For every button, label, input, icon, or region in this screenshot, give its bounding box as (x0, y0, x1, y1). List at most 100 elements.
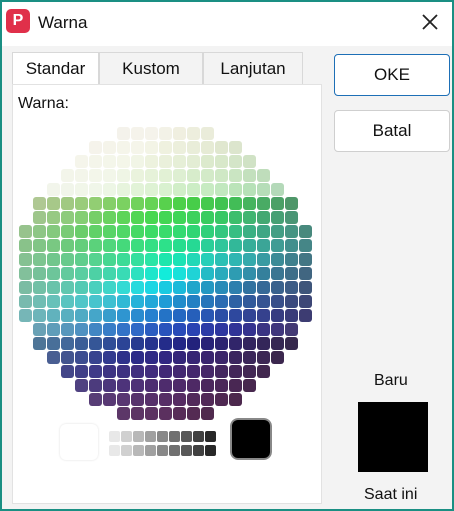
color-swatch[interactable] (103, 267, 116, 280)
color-swatch[interactable] (47, 183, 60, 196)
color-swatch[interactable] (131, 183, 144, 196)
color-swatch[interactable] (89, 393, 102, 406)
color-swatch[interactable] (75, 323, 88, 336)
color-swatch[interactable] (145, 253, 158, 266)
color-swatch[interactable] (33, 309, 46, 322)
color-swatch[interactable] (257, 211, 270, 224)
color-swatch[interactable] (131, 281, 144, 294)
color-swatch[interactable] (243, 197, 256, 210)
color-swatch[interactable] (229, 379, 242, 392)
gray-swatch[interactable] (169, 431, 180, 442)
color-swatch[interactable] (257, 267, 270, 280)
color-swatch[interactable] (117, 351, 130, 364)
color-swatch[interactable] (173, 141, 186, 154)
color-swatch[interactable] (61, 337, 74, 350)
color-swatch[interactable] (131, 169, 144, 182)
color-swatch[interactable] (145, 365, 158, 378)
ok-button[interactable]: OKE (334, 54, 450, 96)
color-swatch[interactable] (117, 281, 130, 294)
close-icon[interactable] (414, 8, 446, 36)
color-swatch[interactable] (47, 267, 60, 280)
color-swatch[interactable] (173, 239, 186, 252)
gray-swatch[interactable] (133, 431, 144, 442)
color-swatch[interactable] (47, 323, 60, 336)
color-swatch[interactable] (159, 267, 172, 280)
selected-black-swatch[interactable] (228, 416, 274, 462)
tab-lanjutan[interactable]: Lanjutan (203, 52, 303, 84)
color-swatch[interactable] (201, 141, 214, 154)
color-swatch[interactable] (103, 211, 116, 224)
color-swatch[interactable] (89, 309, 102, 322)
color-swatch[interactable] (89, 337, 102, 350)
color-swatch[interactable] (145, 155, 158, 168)
color-swatch[interactable] (117, 141, 130, 154)
color-swatch[interactable] (229, 183, 242, 196)
color-swatch[interactable] (243, 253, 256, 266)
color-swatch[interactable] (61, 225, 74, 238)
color-swatch[interactable] (117, 267, 130, 280)
color-swatch[interactable] (131, 351, 144, 364)
color-swatch[interactable] (103, 323, 116, 336)
color-swatch[interactable] (215, 295, 228, 308)
color-swatch[interactable] (19, 253, 32, 266)
color-swatch[interactable] (173, 253, 186, 266)
color-swatch[interactable] (89, 225, 102, 238)
color-swatch[interactable] (131, 155, 144, 168)
color-swatch[interactable] (145, 393, 158, 406)
color-swatch[interactable] (215, 225, 228, 238)
color-swatch[interactable] (285, 253, 298, 266)
color-swatch[interactable] (47, 225, 60, 238)
color-swatch[interactable] (285, 267, 298, 280)
color-swatch[interactable] (229, 155, 242, 168)
color-swatch[interactable] (159, 225, 172, 238)
color-swatch[interactable] (145, 295, 158, 308)
color-swatch[interactable] (201, 267, 214, 280)
color-swatch[interactable] (61, 351, 74, 364)
color-swatch[interactable] (33, 197, 46, 210)
color-swatch[interactable] (103, 309, 116, 322)
color-swatch[interactable] (187, 197, 200, 210)
color-swatch[interactable] (229, 225, 242, 238)
color-swatch[interactable] (173, 407, 186, 420)
color-swatch[interactable] (75, 267, 88, 280)
color-swatch[interactable] (89, 295, 102, 308)
color-swatch[interactable] (75, 281, 88, 294)
color-swatch[interactable] (103, 281, 116, 294)
color-swatch[interactable] (271, 239, 284, 252)
color-swatch[interactable] (89, 197, 102, 210)
color-swatch[interactable] (145, 337, 158, 350)
color-swatch[interactable] (243, 337, 256, 350)
color-swatch[interactable] (159, 365, 172, 378)
color-swatch[interactable] (131, 393, 144, 406)
color-swatch[interactable] (117, 239, 130, 252)
color-swatch[interactable] (103, 337, 116, 350)
color-swatch[interactable] (187, 141, 200, 154)
color-swatch[interactable] (285, 197, 298, 210)
color-swatch[interactable] (75, 337, 88, 350)
color-swatch[interactable] (33, 281, 46, 294)
color-swatch[interactable] (75, 211, 88, 224)
color-swatch[interactable] (117, 155, 130, 168)
color-swatch[interactable] (159, 309, 172, 322)
gray-swatch[interactable] (181, 431, 192, 442)
color-swatch[interactable] (257, 337, 270, 350)
color-swatch[interactable] (187, 337, 200, 350)
color-swatch[interactable] (285, 337, 298, 350)
color-swatch[interactable] (187, 183, 200, 196)
color-swatch[interactable] (33, 239, 46, 252)
color-swatch[interactable] (19, 295, 32, 308)
color-swatch[interactable] (215, 253, 228, 266)
color-swatch[interactable] (145, 267, 158, 280)
color-swatch[interactable] (187, 155, 200, 168)
color-swatch[interactable] (159, 281, 172, 294)
grayscale-swatches[interactable] (109, 429, 229, 459)
color-swatch[interactable] (299, 295, 312, 308)
color-swatch[interactable] (75, 155, 88, 168)
color-swatch[interactable] (201, 351, 214, 364)
color-swatch[interactable] (229, 169, 242, 182)
color-swatch[interactable] (61, 323, 74, 336)
gray-swatch[interactable] (109, 445, 120, 456)
color-swatch[interactable] (271, 267, 284, 280)
color-swatch-grid[interactable] (19, 127, 315, 420)
color-swatch[interactable] (159, 351, 172, 364)
